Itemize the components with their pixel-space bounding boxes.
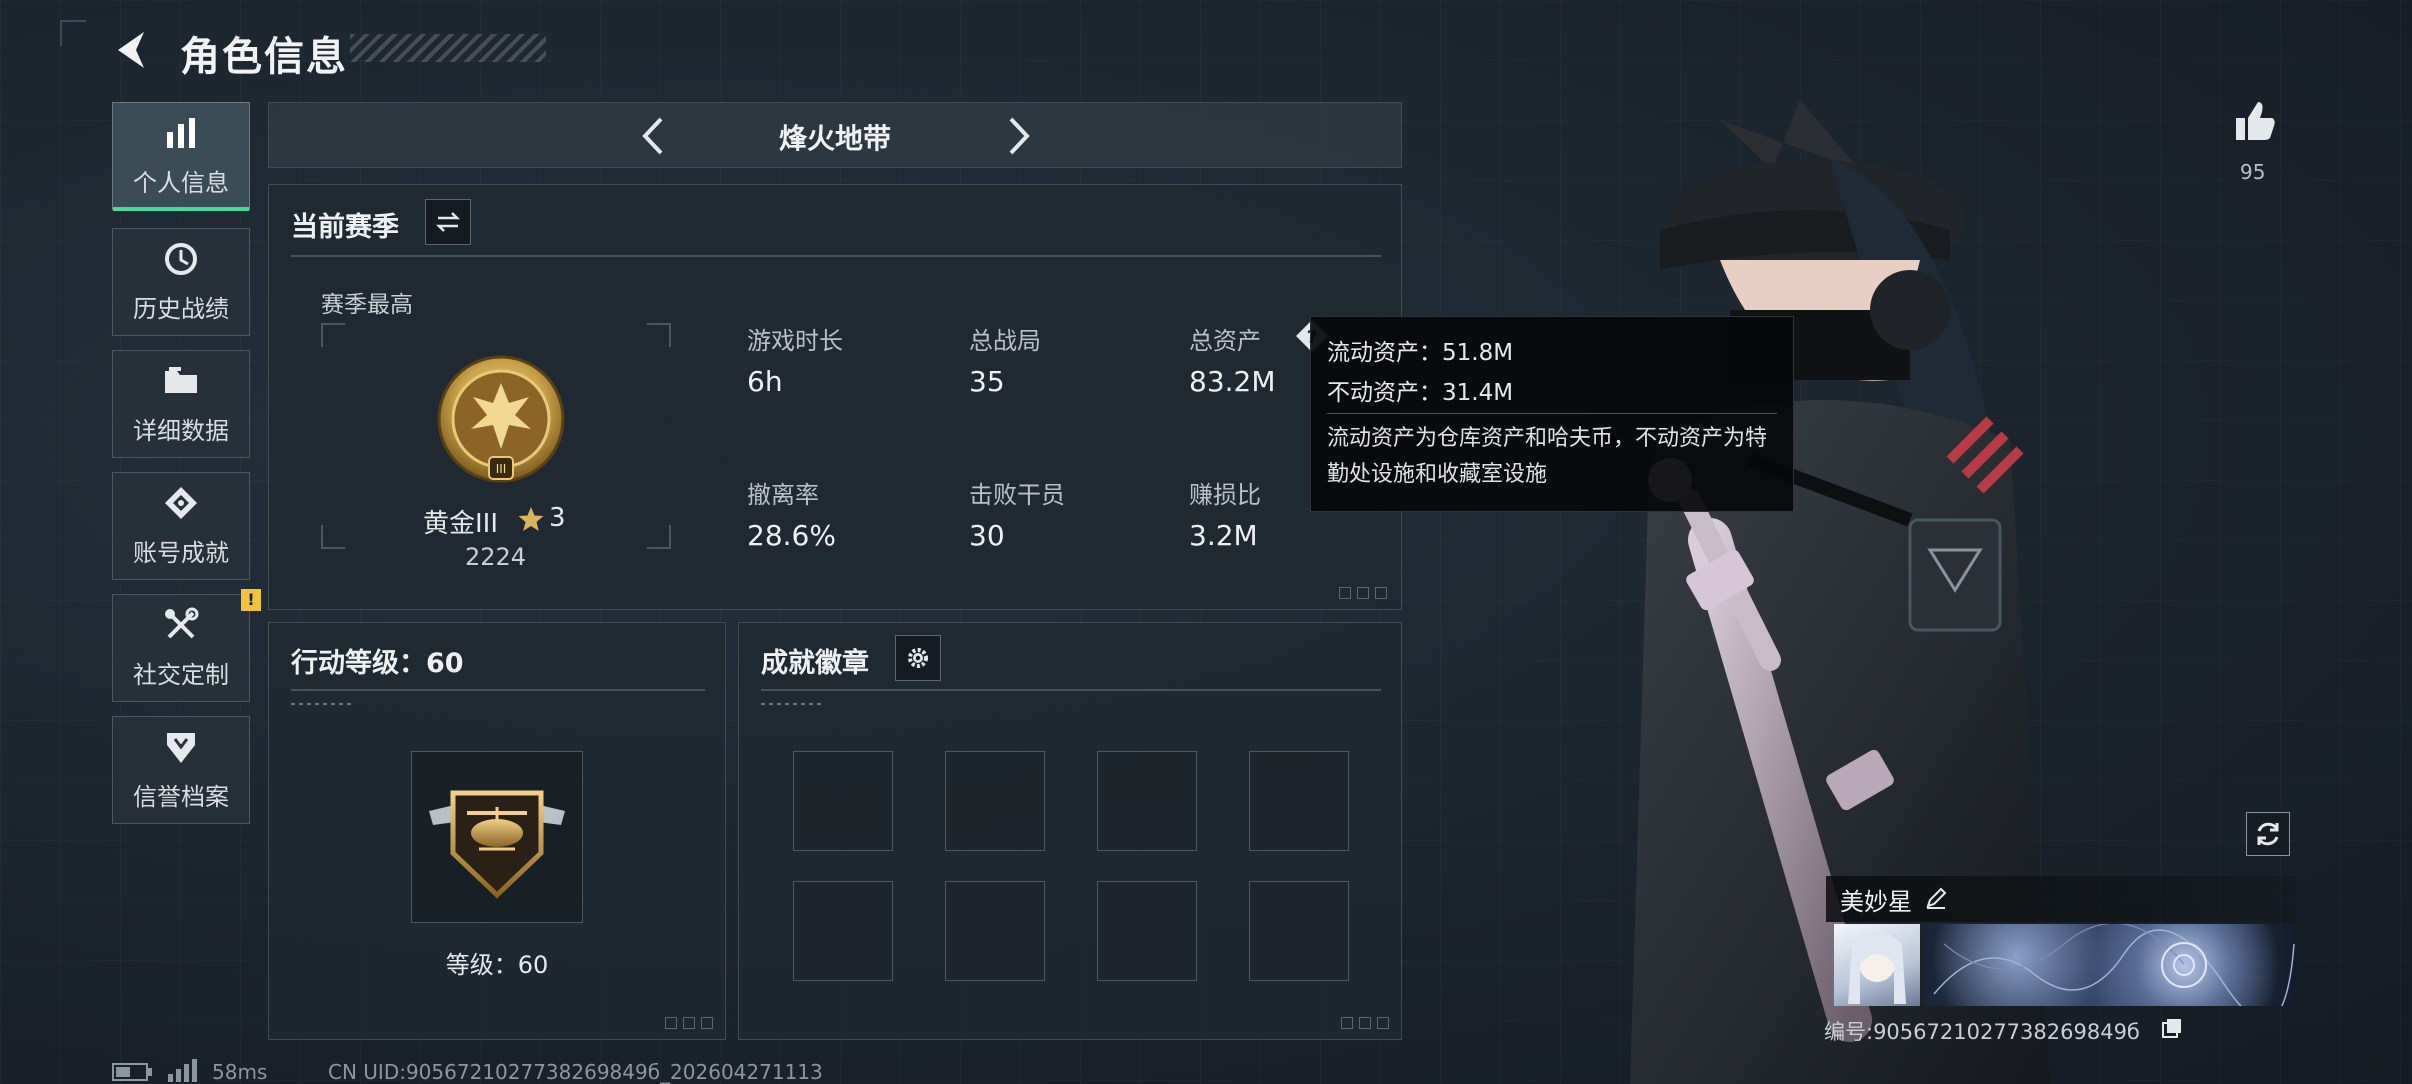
tooltip-fixed-assets: 不动资产：31.4M <box>1327 380 1514 406</box>
rank-stars: 3 <box>549 503 566 533</box>
swap-button[interactable] <box>425 199 471 245</box>
notification-badge: ! <box>241 589 261 611</box>
rotate-icon <box>2257 822 2279 846</box>
battery-icon <box>112 1063 152 1081</box>
badge-slot[interactable] <box>1097 751 1197 851</box>
sidebar-item-credit-record[interactable]: 信誉档案 <box>112 716 250 824</box>
badge-slot[interactable] <box>1097 881 1197 981</box>
mode-selector: 烽火地带 <box>268 102 1402 168</box>
helicopter-emblem-icon <box>429 790 565 899</box>
tools-icon <box>163 607 199 643</box>
badge-slot[interactable] <box>793 751 893 851</box>
player-name: 美妙星 <box>1840 888 1912 916</box>
stat-label: 赚损比 <box>1189 481 1261 509</box>
stat-label: 总资产 <box>1189 327 1261 355</box>
svg-text:III: III <box>496 462 507 476</box>
sidebar-item-detailed-data[interactable]: 详细数据 <box>112 350 250 458</box>
name-card-banner <box>1924 924 2296 1006</box>
badge-slot[interactable] <box>793 881 893 981</box>
stat-label: 击败干员 <box>969 481 1065 509</box>
sidebar-item-label: 账号成就 <box>133 538 229 567</box>
stat-value: 35 <box>969 365 1005 398</box>
stat-value: 3.2M <box>1189 519 1258 552</box>
thumbs-up-icon[interactable] <box>2232 98 2278 144</box>
star-icon <box>518 507 544 531</box>
divider-dots <box>761 703 821 705</box>
likes-count: 95 <box>2240 160 2266 184</box>
level-label: 等级：60 <box>445 951 549 979</box>
sidebar-item-label: 详细数据 <box>133 416 229 445</box>
rank-score: 2224 <box>465 543 527 571</box>
tooltip-liquid-assets: 流动资产：51.8M <box>1327 340 1514 366</box>
divider-dots <box>291 703 351 705</box>
section-title: 当前赛季 <box>291 212 399 243</box>
status-uid: CN UID:9056721027738269849б_202604271113 <box>328 1060 823 1084</box>
history-clock-icon <box>163 241 199 277</box>
ping-value: 58ms <box>212 1060 268 1084</box>
corner-decoration <box>665 1017 713 1029</box>
title-decoration <box>350 34 546 62</box>
gold-rank-emblem-icon: III <box>437 355 565 483</box>
stat-value: 6h <box>747 365 783 398</box>
stat-label: 总战局 <box>969 327 1041 355</box>
stat-label: 撤离率 <box>747 481 819 509</box>
section-title: 行动等级：60 <box>291 648 464 679</box>
badge-slot[interactable] <box>1249 881 1349 981</box>
copy-icon[interactable] <box>2160 1016 2184 1040</box>
sidebar-item-personal-info[interactable]: 个人信息 <box>112 102 250 211</box>
stat-label: 游戏时长 <box>747 327 843 355</box>
sidebar-item-label: 社交定制 <box>133 660 229 689</box>
rotate-button[interactable] <box>2246 812 2290 856</box>
page-title: 角色信息 <box>180 34 348 80</box>
sidebar-item-label: 信誉档案 <box>133 782 229 811</box>
corner-decoration <box>60 20 86 46</box>
season-best-label: 赛季最高 <box>321 292 413 318</box>
sidebar-item-achievements[interactable]: 账号成就 <box>112 472 250 580</box>
divider <box>291 689 705 691</box>
gear-icon <box>908 648 928 668</box>
tooltip-description: 流动资产为仓库资产和哈夫币，不动资产为特勤处设施和收藏室设施 <box>1327 426 1768 487</box>
sidebar-item-label: 个人信息 <box>133 168 229 197</box>
shield-badge-icon <box>163 729 199 765</box>
badge-slot[interactable] <box>1249 751 1349 851</box>
corner-decoration <box>1341 1017 1389 1029</box>
sidebar-item-label: 历史战绩 <box>133 294 229 323</box>
chevron-right-icon[interactable] <box>995 113 1041 159</box>
achievement-badges-panel: 成就徽章 <box>738 622 1402 1040</box>
badge-settings-button[interactable] <box>895 635 941 681</box>
avatar[interactable] <box>1834 924 1920 1006</box>
folder-icon <box>163 363 199 399</box>
divider <box>1327 413 1777 414</box>
achievement-icon <box>163 485 199 521</box>
rank-name: 黄金III <box>423 509 499 539</box>
sidebar-item-social-custom[interactable]: 社交定制 ! <box>112 589 261 702</box>
signal-bars-icon <box>168 1059 197 1082</box>
divider <box>291 255 1381 257</box>
badge-slot[interactable] <box>945 751 1045 851</box>
edit-pencil-icon[interactable] <box>1924 886 1948 910</box>
sidebar-item-history[interactable]: 历史战绩 <box>112 228 250 336</box>
action-level-panel: 行动等级：60 等级：60 <box>268 622 726 1040</box>
bar-chart-icon <box>163 115 199 151</box>
mode-label: 烽火地带 <box>778 122 891 155</box>
current-season-panel: 当前赛季 赛季最高 III 黄金III 3 2224 游戏时长 6h 总战局 3… <box>268 184 1402 610</box>
stat-value: 83.2M <box>1189 365 1276 398</box>
back-arrow-icon[interactable] <box>112 28 156 72</box>
swap-icon <box>435 212 461 232</box>
section-title: 成就徽章 <box>761 648 869 679</box>
player-id: 编号:9056721027738269849б <box>1824 1020 2140 1044</box>
stat-value: 30 <box>969 519 1005 552</box>
divider <box>761 689 1381 691</box>
asset-tooltip: 流动资产：51.8M 不动资产：31.4M 流动资产为仓库资产和哈夫币，不动资产… <box>1310 316 1794 512</box>
stat-value: 28.6% <box>747 519 836 552</box>
badge-slot[interactable] <box>945 881 1045 981</box>
corner-decoration <box>1339 587 1387 599</box>
